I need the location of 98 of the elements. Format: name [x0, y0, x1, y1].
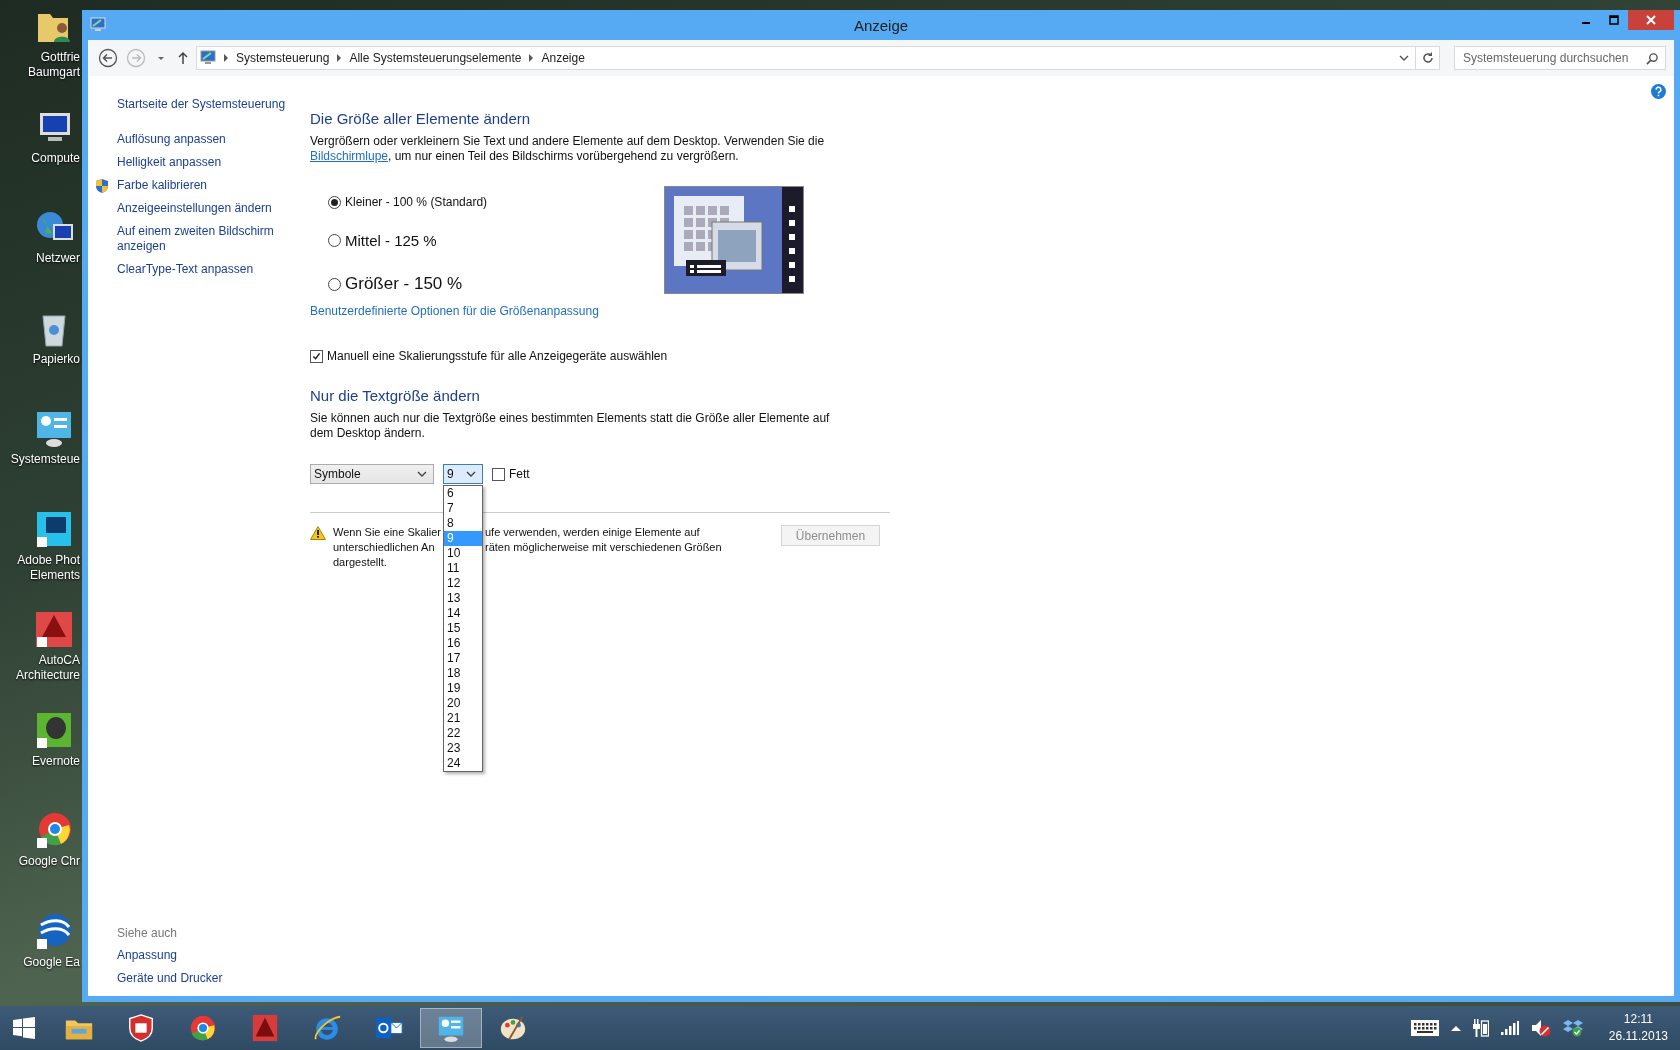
icon-label: Google Ea: [23, 954, 81, 970]
monitor-icon: [90, 17, 106, 33]
magnifier-link[interactable]: Bildschirmlupe: [310, 149, 389, 163]
icon-label: Elements: [29, 567, 81, 583]
icon-label: Adobe Phot: [17, 552, 81, 568]
dropdown-option[interactable]: 18: [444, 666, 482, 681]
help-icon[interactable]: [1651, 84, 1666, 99]
clock-date: 26.11.2013: [1608, 1028, 1668, 1045]
breadcrumb[interactable]: Anzeige: [541, 51, 585, 65]
dropdown-option[interactable]: 17: [444, 651, 482, 666]
dropdown-option[interactable]: 15: [444, 621, 482, 636]
sidebar-link[interactable]: Startseite der Systemsteuerung: [117, 97, 297, 112]
refresh-icon: [1420, 51, 1435, 65]
caret-icon[interactable]: [1399, 54, 1409, 62]
icon-label: Evernote: [31, 753, 81, 769]
section-heading: Die Größe aller Elemente ändern: [310, 110, 531, 127]
sidebar-link[interactable]: Auf einem zweiten Bildschirm anzeigen: [117, 224, 297, 254]
sidebar-link[interactable]: Geräte und Drucker: [117, 971, 223, 986]
warning-icon: [310, 526, 326, 540]
dropdown-option[interactable]: 14: [444, 606, 482, 621]
dropdown-option[interactable]: 23: [444, 741, 482, 756]
description-text: Sie können auch nur die Textgröße eines bestimmten Elements statt die Größe aller Elemente auf dem Desktop ändern.: [310, 411, 831, 441]
icon-label: Google Chr: [18, 854, 81, 869]
icon-label: Baumgart: [27, 65, 81, 80]
icon-label: Gottfrie: [40, 50, 81, 65]
dropdown-option[interactable]: 13: [444, 591, 482, 606]
warning-text: räten möglicherweise mit verschiedenen Größen: [485, 540, 722, 555]
back-button[interactable]: [96, 46, 120, 70]
bold-checkbox[interactable]: Fett: [492, 467, 530, 481]
minimize-icon: [1582, 22, 1590, 24]
caret-icon: [466, 470, 476, 478]
up-arrow-icon: [177, 51, 189, 65]
close-icon: [1646, 15, 1656, 25]
chrome-icon[interactable]: [34, 810, 74, 850]
window-title: Anzeige: [853, 16, 909, 34]
element-dropdown[interactable]: Symbole: [310, 464, 434, 484]
clock[interactable]: 12:11 26.11.2013: [1608, 1011, 1668, 1045]
size-radio-option[interactable]: Kleiner - 100 % (Standard): [328, 195, 664, 209]
close-button[interactable]: [1628, 10, 1674, 30]
sidebar-link[interactable]: Helligkeit anpassen: [117, 155, 297, 170]
dropdown-option[interactable]: 21: [444, 711, 482, 726]
see-also-heading: Siehe auch: [117, 926, 178, 940]
icon-label: Systemsteue: [10, 452, 81, 467]
warning-text: unterschiedlichen An: [333, 540, 436, 555]
dropdown-option[interactable]: 6: [444, 486, 482, 501]
icon-label: AutoCA: [38, 653, 81, 668]
maximize-icon: [1609, 15, 1619, 25]
windows-logo-icon: [12, 1016, 36, 1040]
dropdown-option[interactable]: 22: [444, 726, 482, 741]
sidebar-link[interactable]: Auflösung anpassen: [117, 132, 297, 147]
sidebar-link[interactable]: Anpassung: [117, 948, 178, 963]
search-field[interactable]: Systemsteuerung durchsuchen: [1454, 46, 1666, 70]
font-size-dropdown[interactable]: 9: [443, 464, 483, 484]
icon-label: Netzwer: [36, 251, 81, 266]
caret-icon[interactable]: [1450, 1025, 1461, 1031]
dropdown-option[interactable]: 12: [444, 576, 482, 591]
caret-icon: [417, 470, 427, 478]
dropdown-option[interactable]: 20: [444, 696, 482, 711]
muted-speaker-icon[interactable]: [1530, 1019, 1551, 1037]
dropdown-option[interactable]: 24: [444, 756, 482, 771]
sidebar-link[interactable]: Farbe kalibrieren: [117, 178, 297, 193]
dropdown-option[interactable]: 7: [444, 501, 482, 516]
icon-label: Compute: [31, 150, 81, 166]
monitor-icon: [200, 50, 216, 66]
address-bar[interactable]: Systemsteuerung Alle Systemsteuerungselemente Anzeige: [196, 46, 1416, 70]
refresh-button[interactable]: [1416, 46, 1440, 70]
dropbox-icon[interactable]: [1562, 1019, 1583, 1037]
chevron-icon: [336, 54, 343, 62]
scaling-checkbox[interactable]: Manuell eine Skalierungsstufe für alle Anzeigegeräte auswählen: [310, 349, 668, 363]
warning-text: Wenn Sie eine Skalier: [333, 525, 440, 540]
icon-label: Architecture: [15, 668, 81, 683]
breadcrumb[interactable]: Systemsteuerung: [236, 51, 330, 65]
shield-icon: [95, 178, 109, 194]
dropdown-option[interactable]: 8: [444, 516, 482, 531]
size-radio-option[interactable]: Größer - 150 %: [328, 274, 664, 294]
custom-size-link[interactable]: Benutzerdefinierte Optionen für die Größenanpassung: [310, 304, 599, 318]
battery-icon[interactable]: [1472, 1019, 1489, 1037]
section-heading: Nur die Textgröße ändern: [310, 387, 480, 404]
search-icon: [1646, 51, 1659, 65]
size-radio-option[interactable]: Mittel - 125 %: [328, 232, 664, 249]
checkmark-icon: [312, 351, 321, 361]
signal-icon[interactable]: [1500, 1021, 1519, 1035]
clock-time: 12:11: [1623, 1011, 1653, 1028]
icon-label: Papierko: [32, 351, 81, 367]
autocad-icon[interactable]: [34, 609, 74, 649]
chevron-icon: [223, 54, 229, 62]
sidebar-link[interactable]: Anzeigeeinstellungen ändern: [117, 201, 297, 216]
description-text: Vergrößern oder verkleinern Sie Text und andere Elemente auf dem Desktop. Verwenden Sie die Bildschirmlupe, um nur einen Teil des Bildschirms vorübergehend zu vergrößern.: [310, 134, 826, 164]
dropdown-option[interactable]: 10: [444, 546, 482, 561]
dropdown-option[interactable]: 19: [444, 681, 482, 696]
breadcrumb[interactable]: Alle Systemsteuerungselemente: [349, 51, 522, 65]
dropdown-option[interactable]: 16: [444, 636, 482, 651]
warning-text: dargestellt.: [333, 555, 387, 570]
sidebar-link[interactable]: ClearType-Text anpassen: [117, 262, 297, 277]
keyboard-icon[interactable]: [1410, 1020, 1439, 1036]
dropdown-option[interactable]: 11: [444, 561, 482, 576]
warning-text: ufe verwenden, werden einige Elemente auf: [485, 525, 700, 540]
chevron-icon: [528, 54, 535, 62]
